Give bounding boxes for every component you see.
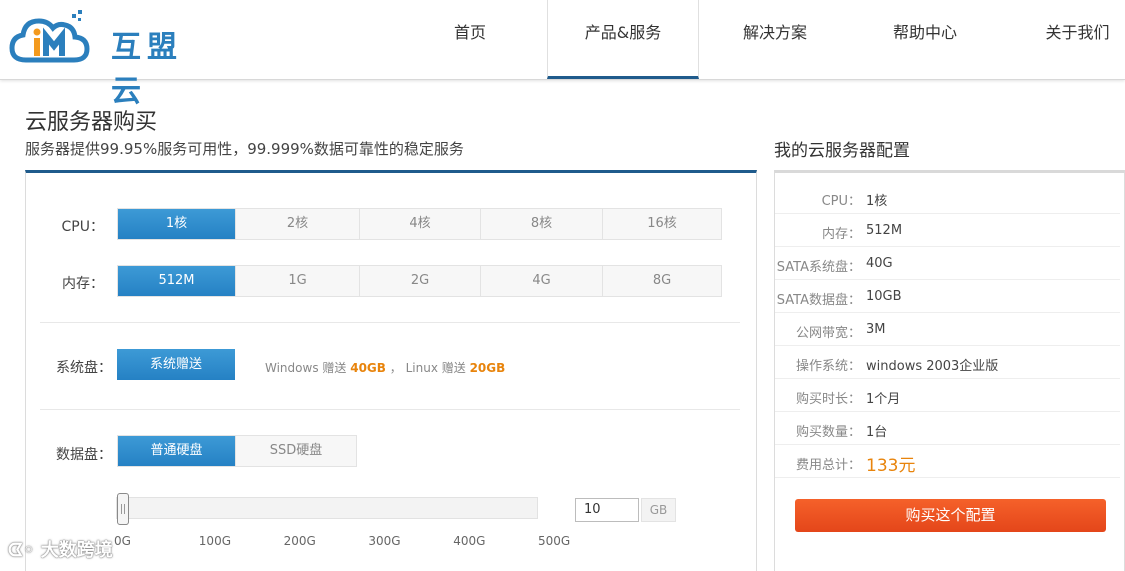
memory-option-8g[interactable]: 8G (603, 266, 721, 296)
memory-label: 内存： (62, 276, 104, 292)
cpu-option-16[interactable]: 16核 (603, 209, 721, 239)
memory-option-2g[interactable]: 2G (360, 266, 481, 296)
summary-row: CPU： 1核 (775, 181, 1120, 214)
cpu-option-4[interactable]: 4核 (360, 209, 481, 239)
top-header: 互盟云 首页 产品&服务 解决方案 帮助中心 关于我们 (0, 0, 1125, 109)
summary-row: SATA数据盘： 10GB (775, 280, 1120, 313)
data-disk-slider-handle[interactable] (117, 493, 130, 525)
summary-row: 费用总计： 133元 (775, 445, 1120, 478)
cpu-option-8[interactable]: 8核 (481, 209, 603, 239)
nav-solutions[interactable]: 解决方案 (720, 0, 830, 79)
memory-option-512m[interactable]: 512M (118, 266, 236, 296)
summary-total-price: 133元 (866, 456, 916, 476)
summary-value: 10GB (866, 289, 902, 304)
logo-text: 互盟云 (111, 30, 183, 109)
summary-value: 40G (866, 256, 893, 271)
summary-row: SATA系统盘： 40G (775, 247, 1120, 280)
slider-tick-label: 100G (198, 534, 231, 548)
cpu-option-2[interactable]: 2核 (236, 209, 360, 239)
data-disk-label: 数据盘： (56, 447, 112, 463)
cpu-option-1[interactable]: 1核 (118, 209, 236, 239)
system-disk-label: 系统盘： (56, 360, 112, 376)
data-disk-options: 普通硬盘 SSD硬盘 (117, 435, 357, 467)
summary-value: 1台 (866, 425, 888, 440)
watermark-text: 大数跨境 (40, 540, 113, 561)
data-disk-slider-track[interactable] (116, 497, 538, 519)
summary-value: windows 2003企业版 (866, 359, 999, 374)
data-disk-unit: GB (641, 498, 676, 522)
summary-key: 内存： (821, 227, 861, 242)
slider-tick-label: 400G (453, 534, 486, 548)
nav-home[interactable]: 首页 (420, 0, 520, 79)
data-disk-option-normal[interactable]: 普通硬盘 (118, 436, 236, 466)
slider-tick-label: 0G (114, 534, 131, 548)
divider (40, 409, 740, 410)
summary-key: 费用总计： (795, 458, 861, 473)
cpu-options: 1核 2核 4核 8核 16核 (117, 208, 722, 240)
nav-about[interactable]: 关于我们 (1025, 0, 1125, 79)
divider (40, 322, 740, 323)
slider-tick-label: 200G (283, 534, 316, 548)
slider-tick-label: 500G (538, 534, 571, 548)
summary-row: 购买时长： 1个月 (775, 379, 1120, 412)
linux-size: 20GB (469, 361, 506, 375)
summary-row: 内存： 512M (775, 214, 1120, 247)
windows-note: Windows 赠送 (265, 361, 347, 375)
summary-row: 公网带宽： 3M (775, 313, 1120, 346)
data-disk-option-ssd[interactable]: SSD硬盘 (236, 436, 356, 466)
page-title: 云服务器购买 (25, 110, 158, 135)
summary-value: 512M (866, 223, 903, 238)
memory-option-1g[interactable]: 1G (236, 266, 360, 296)
summary-title: 我的云服务器配置 (774, 141, 910, 161)
memory-options: 512M 1G 2G 4G 8G (117, 265, 722, 297)
summary-key: 操作系统： (795, 359, 861, 374)
page-subtitle: 服务器提供99.95%服务可用性，99.999%数据可靠性的稳定服务 (25, 140, 464, 158)
cloud-logo-icon (9, 10, 90, 63)
linux-note: Linux 赠送 (405, 361, 466, 375)
summary-key: 公网带宽： (795, 326, 861, 341)
note-separator: ， (389, 361, 402, 375)
summary-value: 1个月 (866, 392, 901, 407)
summary-value: 1核 (866, 194, 888, 209)
watermark: ᗧ◦ 大数跨境 (8, 536, 113, 562)
summary-key: 购买数量： (795, 425, 861, 440)
summary-row: 操作系统： windows 2003企业版 (775, 346, 1120, 379)
summary-value: 3M (866, 322, 886, 337)
nav-products[interactable]: 产品&服务 (547, 0, 699, 79)
summary-key: SATA系统盘： (776, 260, 861, 275)
system-disk-note: Windows 赠送 40GB ， Linux 赠送 20GB (265, 359, 505, 376)
windows-size: 40GB (350, 361, 386, 375)
system-disk-gift-button[interactable]: 系统赠送 (117, 349, 235, 380)
summary-key: SATA数据盘： (776, 293, 861, 308)
summary-key: 购买时长： (795, 392, 861, 407)
buy-config-button[interactable]: 购买这个配置 (795, 499, 1106, 532)
memory-option-4g[interactable]: 4G (481, 266, 603, 296)
logo[interactable]: 互盟云 (8, 8, 213, 109)
summary-key: CPU： (821, 194, 861, 209)
watermark-icon: ᗧ◦ (8, 540, 35, 561)
cpu-label: CPU： (61, 219, 104, 235)
nav-help[interactable]: 帮助中心 (870, 0, 980, 79)
slider-tick-label: 300G (368, 534, 401, 548)
summary-row: 购买数量： 1台 (775, 412, 1120, 445)
data-disk-size-input[interactable]: 10 (575, 498, 639, 522)
